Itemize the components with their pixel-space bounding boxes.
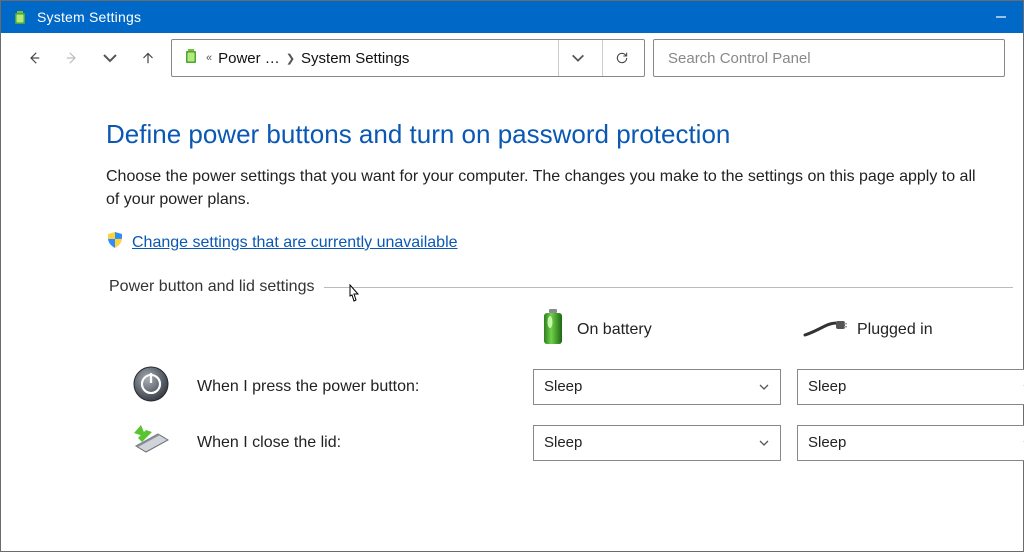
battery-app-icon [11, 8, 29, 26]
recent-dropdown[interactable] [95, 43, 125, 73]
lid-plugged-select[interactable]: Sleep [797, 425, 1024, 461]
column-header-battery-label: On battery [577, 321, 652, 339]
back-button[interactable] [19, 43, 49, 73]
address-dropdown-button[interactable] [558, 40, 596, 76]
section-divider [324, 287, 1013, 288]
change-settings-row: Change settings that are currently unava… [106, 231, 1023, 254]
column-header-plugged: Plugged in [797, 315, 1024, 344]
section-header: Power button and lid settings [106, 278, 1023, 296]
up-button[interactable] [133, 43, 163, 73]
search-bar[interactable] [653, 39, 1005, 77]
row-lid-label: When I close the lid: [197, 434, 517, 452]
window-title: System Settings [37, 9, 978, 25]
power-button-battery-select[interactable]: Sleep [533, 369, 781, 405]
toolbar: « Power … ❯ System Settings [1, 33, 1023, 83]
change-settings-link[interactable]: Change settings that are currently unava… [132, 234, 458, 252]
lid-icon [130, 422, 172, 463]
forward-button[interactable] [57, 43, 87, 73]
power-button-icon [132, 365, 170, 408]
column-header-plugged-label: Plugged in [857, 321, 933, 339]
row-power-button-label: When I press the power button: [197, 378, 517, 396]
page-description: Choose the power settings that you want … [106, 165, 993, 211]
breadcrumb-item-1[interactable]: Power … [218, 50, 280, 67]
power-button-plugged-select[interactable]: Sleep [797, 369, 1024, 405]
refresh-button[interactable] [602, 40, 640, 76]
page-heading: Define power buttons and turn on passwor… [106, 119, 1023, 150]
battery-crumb-icon [182, 47, 200, 70]
shield-icon [106, 231, 124, 254]
settings-grid: On battery Plugged in When I press the p… [106, 308, 1023, 463]
content-area: Define power buttons and turn on passwor… [1, 83, 1023, 463]
minimize-button[interactable] [978, 1, 1023, 33]
plug-icon [803, 315, 847, 344]
breadcrumb-item-2[interactable]: System Settings [301, 50, 409, 67]
breadcrumb-separator-icon: ❯ [286, 52, 295, 65]
titlebar: System Settings [1, 1, 1023, 33]
search-input[interactable] [666, 49, 992, 68]
battery-icon [539, 308, 567, 351]
column-header-battery: On battery [533, 308, 781, 351]
breadcrumb-overflow-icon[interactable]: « [206, 52, 212, 64]
window-controls [978, 1, 1023, 33]
section-label: Power button and lid settings [109, 278, 314, 296]
lid-battery-select[interactable]: Sleep [533, 425, 781, 461]
address-bar[interactable]: « Power … ❯ System Settings [171, 39, 645, 77]
